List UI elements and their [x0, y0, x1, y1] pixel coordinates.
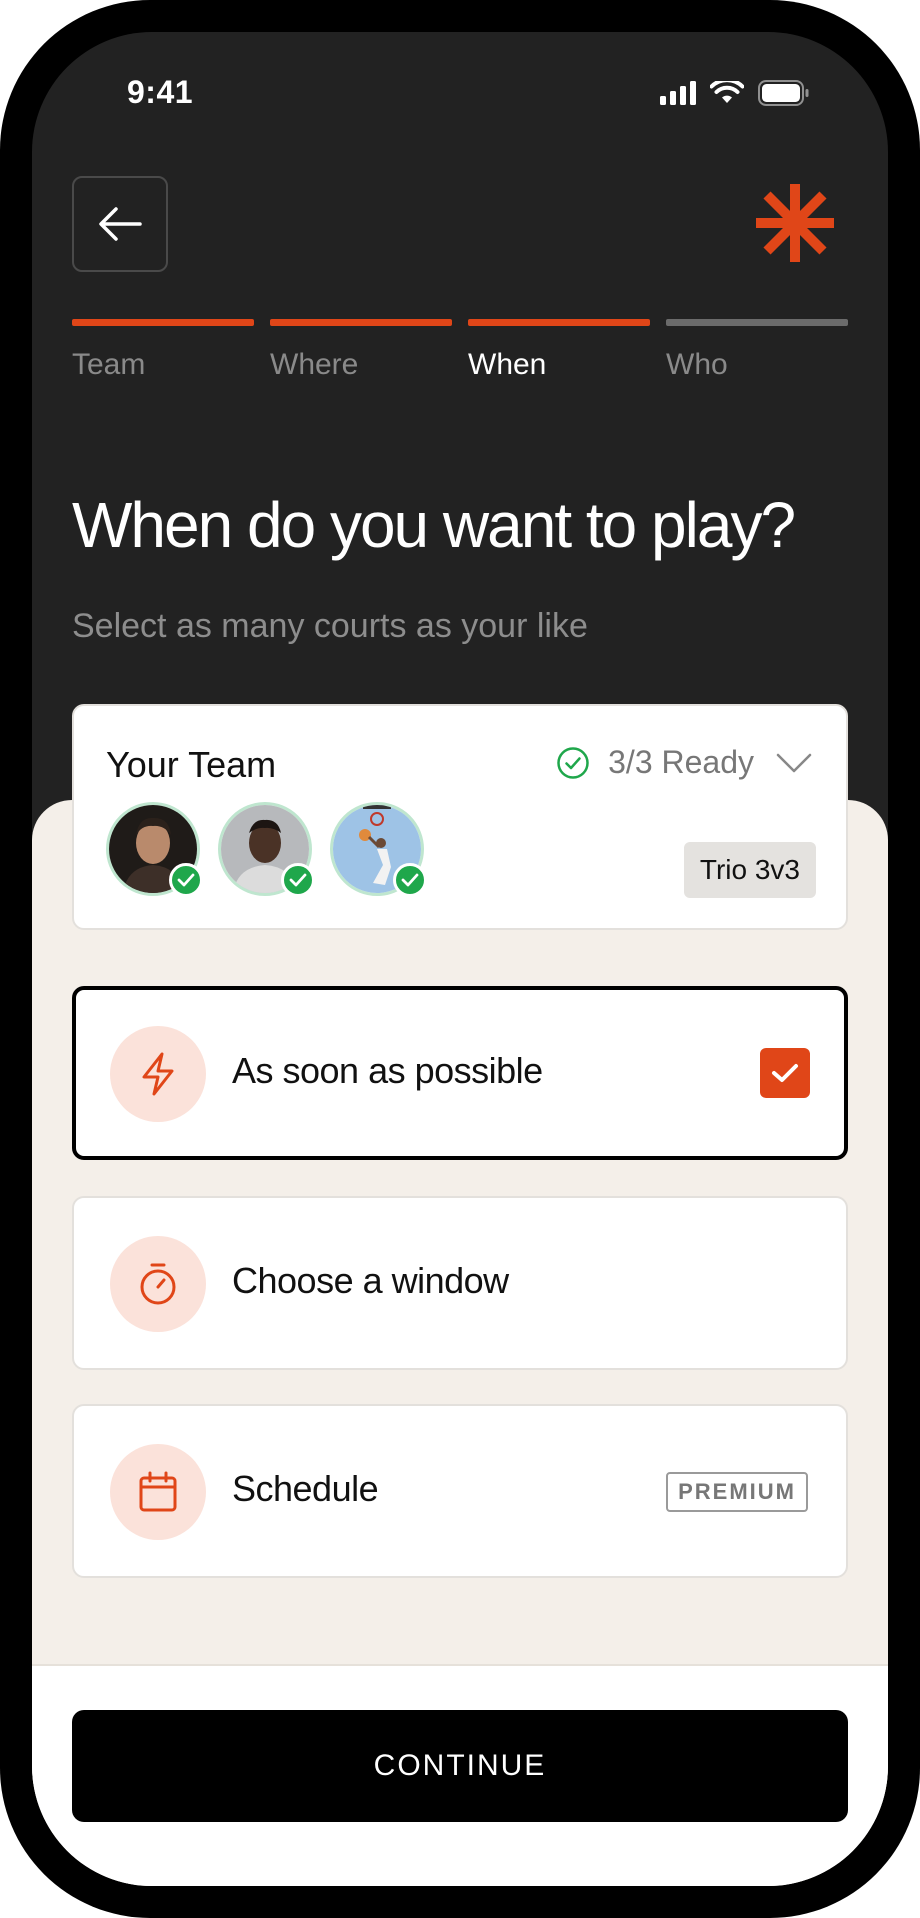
- option-schedule[interactable]: Schedule PREMIUM: [72, 1404, 848, 1578]
- option-icon-wrap: [110, 1444, 206, 1540]
- cellular-signal-icon: [660, 81, 696, 105]
- team-title: Your Team: [106, 744, 277, 785]
- premium-tag: PREMIUM: [666, 1472, 808, 1512]
- avatar[interactable]: [106, 802, 203, 897]
- step-bar: [270, 319, 452, 326]
- stopwatch-icon: [140, 1263, 176, 1305]
- battery-icon: [758, 80, 809, 106]
- calendar-icon: [139, 1471, 177, 1512]
- lightning-icon: [142, 1052, 174, 1096]
- status-time: 9:41: [127, 74, 194, 110]
- team-status-text: 3/3 Ready: [608, 744, 754, 780]
- step-bar: [666, 319, 848, 326]
- step-when[interactable]: When: [468, 319, 650, 382]
- step-label: Team: [72, 348, 146, 381]
- checkmark-icon: [772, 1064, 798, 1082]
- arrow-left-icon: [99, 207, 142, 241]
- ready-check-icon: [281, 863, 315, 897]
- ready-check-icon: [393, 863, 427, 897]
- phone-frame: 9:41 Team Where When Who When do you wan…: [0, 0, 920, 1918]
- team-avatars: [106, 802, 427, 897]
- team-ready-status: 3/3 Ready: [556, 744, 754, 781]
- app-screen: 9:41 Team Where When Who When do you wan…: [32, 32, 888, 1886]
- check-circle-icon: [557, 746, 589, 779]
- ready-check-icon: [169, 863, 203, 897]
- step-bar: [468, 319, 650, 326]
- option-label: Choose a window: [232, 1260, 509, 1301]
- brand-asterisk-logo: [756, 184, 834, 262]
- option-icon-wrap: [110, 1026, 206, 1122]
- avatar[interactable]: [218, 802, 315, 897]
- step-label: Where: [270, 348, 359, 381]
- back-button[interactable]: [72, 176, 168, 272]
- step-label: When: [468, 348, 547, 381]
- page-title: When do you want to play?: [72, 489, 796, 561]
- chevron-down-icon[interactable]: [776, 752, 812, 774]
- team-format-badge: Trio 3v3: [683, 842, 816, 898]
- progress-stepper: Team Where When Who: [72, 319, 848, 382]
- step-who[interactable]: Who: [666, 319, 848, 382]
- continue-button[interactable]: CONTINUE: [72, 1710, 848, 1822]
- step-label: Who: [666, 348, 728, 381]
- option-label: As soon as possible: [232, 1050, 543, 1091]
- option-label: Schedule: [232, 1468, 379, 1509]
- option-checkbox[interactable]: [760, 1048, 810, 1098]
- option-asap[interactable]: As soon as possible: [72, 986, 848, 1160]
- option-icon-wrap: [110, 1236, 206, 1332]
- status-icons: [660, 80, 810, 106]
- page-subtitle: Select as many courts as your like: [72, 607, 588, 645]
- wifi-icon: [710, 81, 744, 103]
- step-bar: [72, 319, 254, 326]
- option-choose-window[interactable]: Choose a window: [72, 1196, 848, 1370]
- step-where[interactable]: Where: [270, 319, 452, 382]
- step-team[interactable]: Team: [72, 319, 254, 382]
- team-card[interactable]: Your Team 3/3 Ready Trio 3v3: [72, 704, 848, 930]
- avatar[interactable]: [330, 802, 427, 897]
